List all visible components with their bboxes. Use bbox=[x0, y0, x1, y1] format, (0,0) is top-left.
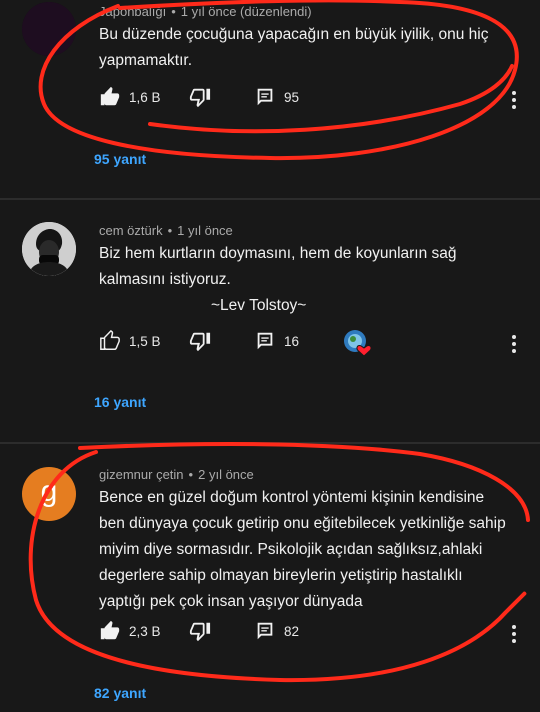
more-vert-icon bbox=[512, 335, 516, 339]
more-options-button[interactable] bbox=[506, 332, 522, 356]
creator-heart bbox=[343, 328, 373, 358]
thumbs-down-icon bbox=[189, 88, 211, 108]
reply-button[interactable]: 95 bbox=[254, 86, 299, 108]
comment-3: g gizemnur çetin • 2 yıl önce Bence en güz… bbox=[0, 444, 540, 712]
comment-actions: 1,5 B 16 bbox=[99, 330, 519, 357]
reply-button[interactable]: 16 bbox=[254, 330, 299, 352]
comment-time: 1 yıl önce (düzenlendi) bbox=[180, 4, 312, 19]
reply-count: 16 bbox=[284, 333, 300, 349]
comment-text: Bu düzende çocuğuna yapacağın en büyük i… bbox=[99, 26, 489, 69]
view-replies-link[interactable]: 95 yanıt bbox=[94, 151, 146, 167]
thumbs-down-icon bbox=[189, 622, 211, 642]
comment-time: 1 yıl önce bbox=[177, 223, 233, 238]
like-button[interactable]: 1,5 B bbox=[99, 330, 161, 352]
comment-actions: 1,6 B 95 bbox=[99, 86, 519, 110]
thumbs-up-icon bbox=[100, 330, 120, 350]
author-name[interactable]: cem öztürk bbox=[99, 223, 163, 238]
comment-meta: cem öztürk • 1 yıl önce bbox=[99, 223, 233, 238]
masked-person-avatar-icon bbox=[22, 222, 76, 276]
like-count: 1,5 B bbox=[129, 333, 161, 349]
comment-2: cem öztürk • 1 yıl önce Biz hem kurtların … bbox=[0, 200, 540, 442]
like-count: 2,3 B bbox=[129, 623, 161, 639]
like-count: 1,6 B bbox=[129, 89, 161, 105]
reply-count: 82 bbox=[284, 623, 300, 639]
view-replies-link[interactable]: 82 yanıt bbox=[94, 685, 146, 701]
author-name[interactable]: Japonbalığı bbox=[99, 4, 166, 19]
view-replies-link[interactable]: 16 yanıt bbox=[94, 394, 146, 410]
more-vert-icon bbox=[512, 625, 516, 629]
more-options-button[interactable] bbox=[506, 88, 522, 112]
avatar[interactable] bbox=[22, 222, 76, 276]
comment-text: Biz hem kurtların doymasını, hem de koyu… bbox=[99, 241, 509, 319]
comment-text: Bence en güzel doğum kontrol yöntemi kiş… bbox=[99, 489, 506, 610]
comment-signature: ~Lev Tolstoy~ bbox=[211, 297, 307, 314]
avatar[interactable] bbox=[22, 2, 76, 56]
comment-meta: gizemnur çetin • 2 yıl önce bbox=[99, 467, 254, 482]
avatar[interactable]: g bbox=[22, 467, 76, 521]
creator-heart-icon bbox=[344, 330, 372, 357]
thumbs-up-icon bbox=[100, 86, 120, 106]
thumbs-down-icon bbox=[189, 332, 211, 352]
comment-actions: 2,3 B 82 bbox=[99, 620, 519, 644]
comment-1: Japonbalığı • 1 yıl önce (düzenlendi) Bu d… bbox=[0, 0, 540, 200]
comment-time: 2 yıl önce bbox=[198, 467, 254, 482]
avatar-letter: g bbox=[40, 475, 58, 508]
more-vert-icon bbox=[512, 91, 516, 95]
more-options-button[interactable] bbox=[506, 622, 522, 646]
reply-icon bbox=[257, 88, 273, 106]
reply-button[interactable]: 82 bbox=[254, 620, 299, 642]
dark-avatar-icon bbox=[22, 2, 76, 56]
comment-text-line: Biz hem kurtların doymasını, hem de koyu… bbox=[99, 245, 457, 262]
author-name[interactable]: gizemnur çetin bbox=[99, 467, 184, 482]
like-button[interactable]: 2,3 B bbox=[99, 620, 161, 642]
thumbs-up-icon bbox=[100, 620, 120, 640]
dislike-button[interactable] bbox=[189, 86, 211, 108]
reply-count: 95 bbox=[284, 89, 300, 105]
dislike-button[interactable] bbox=[189, 620, 211, 642]
comment-text-line: kalmasını istiyoruz. bbox=[99, 271, 231, 288]
comment-meta: Japonbalığı • 1 yıl önce (düzenlendi) bbox=[99, 4, 312, 19]
like-button[interactable]: 1,6 B bbox=[99, 86, 161, 108]
reply-icon bbox=[257, 332, 273, 350]
reply-icon bbox=[257, 622, 273, 640]
dislike-button[interactable] bbox=[189, 330, 211, 352]
